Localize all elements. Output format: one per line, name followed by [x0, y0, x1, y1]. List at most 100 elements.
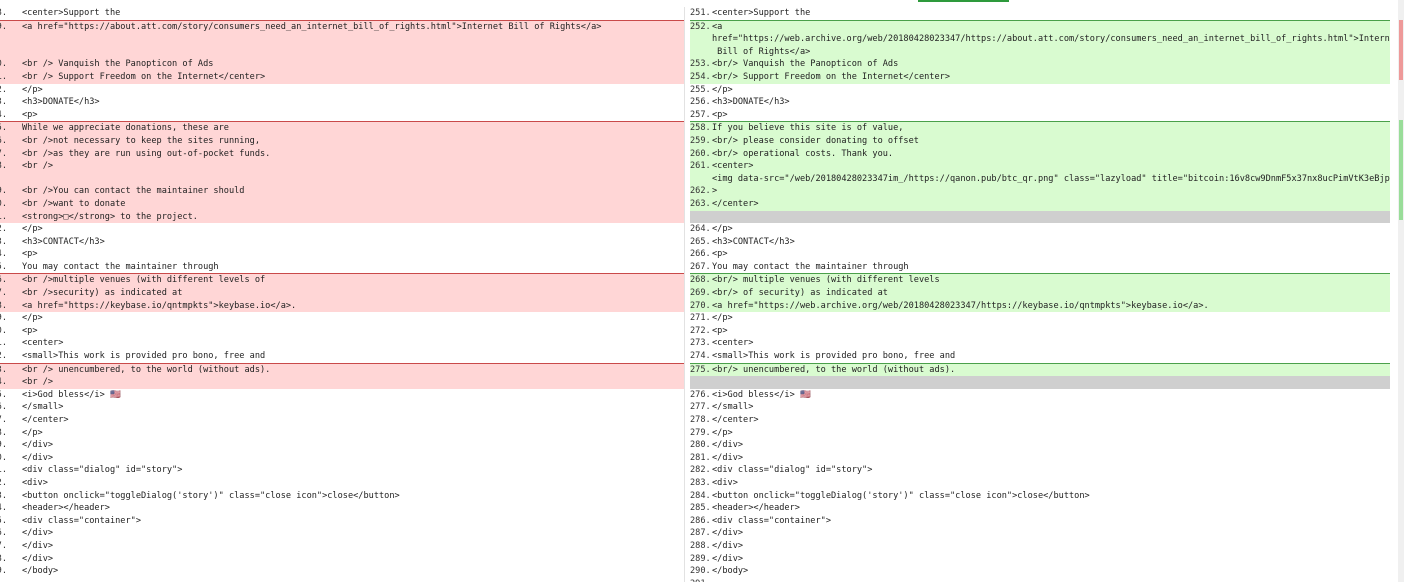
right-diff-line: 284. <button onclick="toggleDialog('story… [690, 490, 1390, 503]
line-code: <h3>DONATE</h3> [712, 97, 790, 108]
vertical-scrollbar[interactable] [1398, 0, 1404, 582]
line-number: 9. [0, 313, 7, 324]
line-number: 8. [0, 8, 7, 18]
line-code: </center> [712, 198, 759, 209]
line-number: 4. [0, 503, 7, 514]
line-code: </small> [22, 402, 64, 413]
left-diff-line: 1. <strong>□</strong> to the project. [0, 210, 684, 224]
left-diff-line: 0. </div> [0, 452, 684, 465]
line-code: <h3>CONTACT</h3> [22, 236, 105, 247]
line-code: <div class="container"> [712, 515, 831, 526]
right-diff-line: 252. <a [690, 19, 1390, 34]
left-diff-line: 1. <br /> Support Freedom on the Internet… [0, 70, 684, 84]
line-number: 279. [690, 427, 711, 438]
line-number: 261. [690, 161, 711, 172]
active-tab-indicator [918, 0, 1009, 2]
line-number: 273. [690, 338, 711, 349]
right-diff-line: 262. > [690, 185, 1390, 198]
line-code: <p> [22, 249, 38, 260]
right-diff-line: 281. </div> [690, 452, 1390, 465]
line-number: 269. [690, 288, 711, 299]
line-number: 9. [0, 566, 7, 577]
left-diff-line: 0. <br />want to donate [0, 197, 684, 211]
left-diff-line: 8. <a href="https://keybase.io/qntmpkts">… [0, 299, 684, 313]
right-diff-line: 278. </center> [690, 414, 1390, 427]
line-code: > [712, 186, 718, 197]
right-diff-line: 268. <br/> multiple venues (with differen… [690, 273, 1390, 288]
line-code: </p> [712, 313, 733, 324]
line-code: <br/> please consider donating to offset [712, 135, 919, 146]
left-diff-line: 2. <small>This work is provided pro bono,… [0, 350, 684, 363]
left-diff-line: 9. <a href="https://about.att.com/story/c… [0, 19, 684, 34]
line-number: 4. [0, 377, 7, 388]
line-number: 1. [0, 465, 7, 476]
right-diff-line: 269. <br/> of security) as indicated at [690, 287, 1390, 300]
right-diff-line: Bill of Rights</a> [690, 45, 1390, 59]
line-number: 5. [0, 389, 7, 400]
line-code: </div> [712, 553, 744, 564]
line-number: 281. [690, 452, 711, 463]
top-toolbar [0, 0, 1404, 7]
line-number: 284. [690, 490, 711, 501]
line-number: 5. [0, 123, 7, 134]
left-diff-line [0, 45, 684, 59]
line-code: <br />security) as indicated at [22, 288, 183, 299]
line-number: 277. [690, 402, 711, 413]
right-diff-line [690, 210, 1390, 224]
right-diff-line: 270. <a href="https://web.archive.org/web… [690, 299, 1390, 313]
left-diff-line: 6. </div> [0, 527, 684, 540]
line-number: 6. [0, 528, 7, 539]
left-diff-line: 4. <p> [0, 248, 684, 261]
line-code: <a href="https://about.att.com/story/con… [22, 21, 602, 32]
line-number: 272. [690, 325, 711, 336]
line-code: <a href="https://keybase.io/qntmpkts">ke… [22, 300, 297, 311]
right-diff-pane[interactable]: 251. <center>Support the 252. <a href="https… [690, 7, 1390, 582]
line-number: 257. [690, 109, 711, 120]
line-code: <div class="dialog" id="story"> [22, 465, 183, 476]
line-code: <div> [712, 477, 738, 488]
line-code: <br /> unencumbered, to the world (witho… [22, 364, 271, 375]
line-number: 2. [0, 84, 7, 95]
line-code: <br /> Support Freedom on the Internet</… [22, 71, 266, 82]
line-code: <center>Support the [22, 8, 121, 18]
line-code: <center>Support the [712, 8, 811, 18]
left-diff-line: 4. <br /> [0, 376, 684, 389]
line-number: 8. [0, 161, 7, 172]
left-diff-line: 6. </small> [0, 401, 684, 414]
line-number: 5. [0, 261, 7, 272]
left-diff-pane[interactable]: 8. <center>Support the 9. <a href="https://… [0, 7, 685, 582]
line-code: You may contact the maintainer through [22, 261, 219, 272]
line-number: 1. [0, 338, 7, 349]
right-diff-line: 253. <br/> Vanquish the Panopticon of Ads [690, 58, 1390, 71]
line-code: </div> [22, 440, 54, 451]
line-code: <small>This work is provided pro bono, f… [22, 351, 266, 362]
line-code: <header></header> [22, 503, 110, 514]
right-diff-line: 266. <p> [690, 248, 1390, 261]
right-diff-line: 291. [690, 578, 1390, 582]
line-code: <center> [712, 338, 754, 349]
right-diff-line: 276. <i>God bless</i> 🇺🇸 [690, 389, 1390, 402]
line-code: <br /> [22, 161, 54, 172]
right-diff-line: 287. </div> [690, 527, 1390, 540]
scroll-marker-del [1399, 20, 1403, 80]
line-number: 2. [0, 477, 7, 488]
line-code: </div> [712, 528, 744, 539]
line-code: <center> [712, 161, 754, 172]
right-diff-line: 274. <small>This work is provided pro bon… [690, 350, 1390, 363]
right-diff-line: 288. </div> [690, 540, 1390, 553]
line-number: 0. [0, 325, 7, 336]
left-diff-line [0, 172, 684, 186]
line-number: 285. [690, 503, 711, 514]
line-number: 0. [0, 452, 7, 463]
line-code: <div class="container"> [22, 515, 141, 526]
left-diff-line: 9. </div> [0, 439, 684, 452]
line-number: 7. [0, 148, 7, 159]
line-number: 252. [690, 21, 711, 32]
line-number: 291. [690, 578, 711, 582]
right-diff-line: 282. <div class="dialog" id="story"> [690, 464, 1390, 477]
line-number: 288. [690, 540, 711, 551]
line-number: 8. [0, 300, 7, 311]
line-code: </p> [22, 84, 43, 95]
right-diff-line [690, 376, 1390, 389]
left-diff-line: 5. You may contact the maintainer through [0, 261, 684, 274]
